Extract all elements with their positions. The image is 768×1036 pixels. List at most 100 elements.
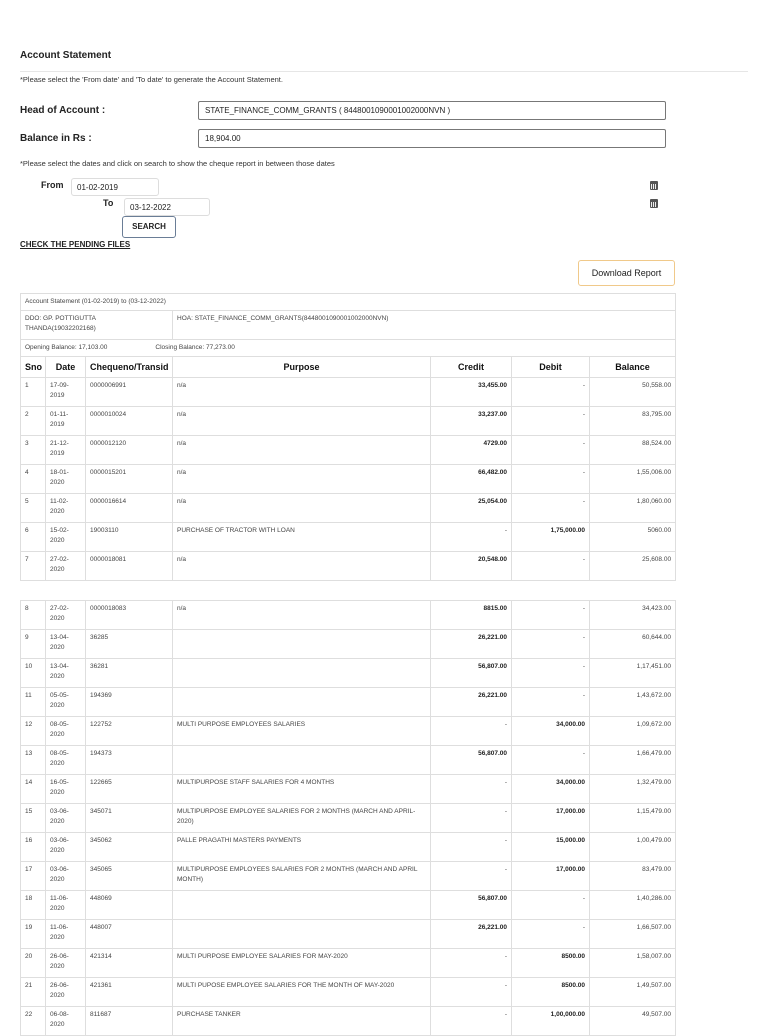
table-row: 18 11-06-2020 448069 56,807.00-1,40,286.00 bbox=[20, 890, 676, 920]
cell-credit: 66,482.00 bbox=[430, 464, 512, 494]
cell-sno: 17 bbox=[20, 861, 46, 891]
cell-balance: 1,49,507.00 bbox=[589, 977, 676, 1007]
opening-balance: Opening Balance: 17,103.00 bbox=[25, 344, 108, 351]
cell-sno: 6 bbox=[20, 522, 46, 552]
cell-balance: 1,00,479.00 bbox=[589, 832, 676, 862]
search-button[interactable]: SEARCH bbox=[122, 216, 176, 238]
table-row: 21 26-06-2020 421361 MULTI PUPOSE EMPLOYEE … bbox=[20, 977, 676, 1007]
table-row: 2 01-11-2019 0000010024 n/a 33,237.00-83,795… bbox=[20, 406, 677, 436]
cell-sno: 19 bbox=[20, 919, 46, 949]
download-report-button[interactable]: Download Report bbox=[578, 260, 675, 286]
cell-balance: 1,80,060.00 bbox=[588, 493, 677, 523]
from-label: From bbox=[41, 180, 64, 190]
cell-purpose: MULTIPURPOSE EMPLOYEE SALARIES FOR 2 MON… bbox=[172, 803, 431, 833]
cell-purpose bbox=[172, 629, 431, 659]
cell-date: 03-06-2020 bbox=[45, 803, 86, 833]
cell-purpose: n/a bbox=[172, 600, 431, 630]
cell-chequeno: 448069 bbox=[85, 890, 173, 920]
cell-date: 11-06-2020 bbox=[45, 890, 86, 920]
cell-debit: - bbox=[511, 919, 590, 949]
table-header: Sno Date Chequeno/Transid Purpose Credit… bbox=[20, 356, 677, 378]
cell-debit: - bbox=[511, 600, 590, 630]
table-row: 13 08-05-2020 194373 56,807.00-1,66,479.00 bbox=[20, 745, 676, 775]
cell-credit: - bbox=[430, 522, 512, 552]
cell-balance: 1,17,451.00 bbox=[589, 658, 676, 688]
cell-purpose: n/a bbox=[172, 551, 431, 581]
cell-balance: 83,795.00 bbox=[588, 406, 677, 436]
cell-date: 16-05-2020 bbox=[45, 774, 86, 804]
cell-date: 08-05-2020 bbox=[45, 716, 86, 746]
cell-sno: 5 bbox=[20, 493, 46, 523]
cell-date: 03-06-2020 bbox=[45, 832, 86, 862]
cell-date: 11-02-2020 bbox=[45, 493, 86, 523]
cell-date: 11-06-2020 bbox=[45, 919, 86, 949]
cell-sno: 21 bbox=[20, 977, 46, 1007]
cell-chequeno: 122752 bbox=[85, 716, 173, 746]
to-label: To bbox=[103, 198, 114, 208]
col-credit: Credit bbox=[430, 356, 512, 378]
cell-date: 13-04-2020 bbox=[45, 658, 86, 688]
cell-balance: 1,09,672.00 bbox=[589, 716, 676, 746]
table-row: 3 21-12-2019 0000012120 n/a 4729.00-88,524.0… bbox=[20, 435, 677, 465]
col-balance: Balance bbox=[588, 356, 677, 378]
cell-date: 26-06-2020 bbox=[45, 977, 86, 1007]
cell-balance: 83,479.00 bbox=[589, 861, 676, 891]
cell-debit: 17,000.00 bbox=[511, 803, 590, 833]
cell-credit: 26,221.00 bbox=[430, 629, 512, 659]
cell-sno: 20 bbox=[20, 948, 46, 978]
cell-debit: - bbox=[511, 629, 590, 659]
cell-sno: 14 bbox=[20, 774, 46, 804]
table-row: 16 03-06-2020 345062 PALLE PRAGATHI MASTERS… bbox=[20, 832, 676, 862]
calendar-icon[interactable] bbox=[650, 181, 658, 190]
cell-balance: 60,644.00 bbox=[589, 629, 676, 659]
pending-files-link[interactable]: CHECK THE PENDING FILES bbox=[20, 240, 130, 249]
col-debit: Debit bbox=[511, 356, 590, 378]
cell-purpose: PURCHASE TANKER bbox=[172, 1006, 431, 1036]
cell-sno: 7 bbox=[20, 551, 46, 581]
cell-purpose: MULTIPURPOSE STAFF SALARIES FOR 4 MONTHS bbox=[172, 774, 431, 804]
cell-sno: 16 bbox=[20, 832, 46, 862]
table-row: 7 27-02-2020 0000018081 n/a 20,548.00-25,608… bbox=[20, 551, 677, 581]
to-date-input[interactable]: 03-12-2022 bbox=[124, 198, 210, 216]
cell-balance: 1,32,479.00 bbox=[589, 774, 676, 804]
cell-chequeno: 194369 bbox=[85, 687, 173, 717]
cell-sno: 8 bbox=[20, 600, 46, 630]
cell-purpose bbox=[172, 658, 431, 688]
cell-purpose: n/a bbox=[172, 493, 431, 523]
table-row: 8 27-02-2020 0000018083 n/a 8815.00-34,423.0… bbox=[20, 600, 676, 630]
cell-sno: 9 bbox=[20, 629, 46, 659]
cell-sno: 13 bbox=[20, 745, 46, 775]
cell-debit: 8500.00 bbox=[511, 977, 590, 1007]
cell-date: 15-02-2020 bbox=[45, 522, 86, 552]
cell-date: 06-08-2020 bbox=[45, 1006, 86, 1036]
table-row: 1 17-09-2019 0000006991 n/a 33,455.00-50,558… bbox=[20, 377, 677, 407]
cell-debit: - bbox=[511, 687, 590, 717]
from-date-input[interactable]: 01-02-2019 bbox=[71, 178, 159, 196]
instruction-note: *Please select the 'From date' and 'To d… bbox=[20, 75, 283, 84]
table-row: 5 11-02-2020 0000016614 n/a 25,054.00-1,80,0… bbox=[20, 493, 677, 523]
cell-date: 01-11-2019 bbox=[45, 406, 86, 436]
cell-balance: 50,558.00 bbox=[588, 377, 677, 407]
table-row: 10 13-04-2020 36281 56,807.00-1,17,451.00 bbox=[20, 658, 676, 688]
cell-date: 03-06-2020 bbox=[45, 861, 86, 891]
table-row: 14 16-05-2020 122665 MULTIPURPOSE STAFF SAL… bbox=[20, 774, 676, 804]
cell-debit: - bbox=[511, 406, 590, 436]
head-of-account-field[interactable]: STATE_FINANCE_COMM_GRANTS ( 844800109000… bbox=[198, 101, 666, 120]
date-instruction-note: *Please select the dates and click on se… bbox=[20, 159, 335, 168]
table-row: 17 03-06-2020 345065 MULTIPURPOSE EMPLOYEES… bbox=[20, 861, 676, 891]
cell-sno: 22 bbox=[20, 1006, 46, 1036]
cell-debit: 1,75,000.00 bbox=[511, 522, 590, 552]
cell-sno: 1 bbox=[20, 377, 46, 407]
cell-sno: 3 bbox=[20, 435, 46, 465]
calendar-icon[interactable] bbox=[650, 199, 658, 208]
col-date: Date bbox=[45, 356, 86, 378]
cell-debit: 34,000.00 bbox=[511, 774, 590, 804]
cell-purpose: MULTI PURPOSE EMPLOYEE SALARIES FOR MAY-… bbox=[172, 948, 431, 978]
cell-purpose: n/a bbox=[172, 435, 431, 465]
balance-field[interactable]: 18,904.00 bbox=[198, 129, 666, 148]
cell-date: 08-05-2020 bbox=[45, 745, 86, 775]
hoa-info: HOA: STATE_FINANCE_COMM_GRANTS(844800109… bbox=[171, 310, 677, 340]
cell-chequeno: 0000015201 bbox=[85, 464, 173, 494]
cell-sno: 11 bbox=[20, 687, 46, 717]
cell-purpose: MULTIPURPOSE EMPLOYEES SALARIES FOR 2 MO… bbox=[172, 861, 431, 891]
